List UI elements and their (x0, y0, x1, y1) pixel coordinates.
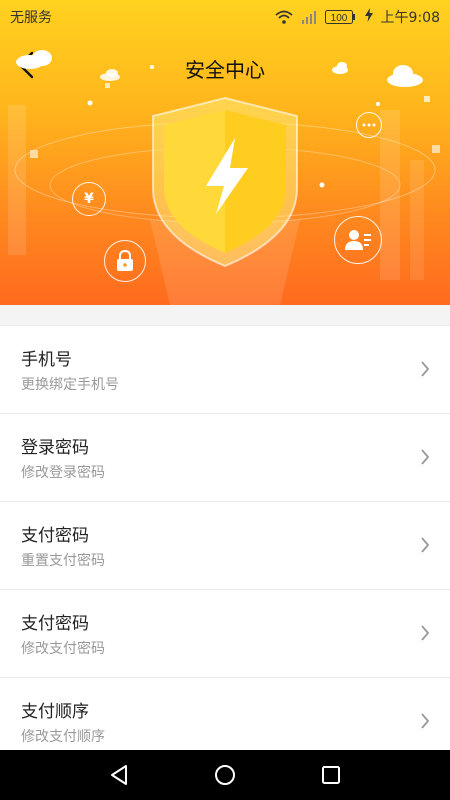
item-title: 手机号 (21, 350, 72, 370)
item-subtitle: 重置支付密码 (21, 553, 105, 569)
nav-home-button[interactable] (207, 757, 243, 793)
item-subtitle: 修改支付密码 (21, 641, 105, 657)
cloud-icon (100, 69, 120, 81)
security-hero: 无服务 100 上午9:08 安全中心 ¥ (0, 0, 450, 305)
list-item-reset-pay-password[interactable]: 支付密码 重置支付密码 (0, 502, 450, 590)
security-options-list: 手机号 更换绑定手机号 登录密码 修改登录密码 支付密码 重置支付密码 支付密码… (0, 325, 450, 766)
yen-badge-icon: ¥ (72, 182, 106, 216)
yen-symbol: ¥ (84, 191, 94, 207)
lock-badge-icon (104, 240, 146, 282)
cloud-icon (387, 65, 423, 87)
nav-back-button[interactable] (101, 757, 137, 793)
item-subtitle: 修改支付顺序 (21, 729, 105, 745)
cloud-icon (16, 50, 52, 69)
item-subtitle: 修改登录密码 (21, 465, 105, 481)
chevron-right-icon (421, 361, 430, 377)
item-title: 支付密码 (21, 526, 89, 546)
item-title: 登录密码 (21, 438, 89, 458)
triangle-back-icon (111, 765, 127, 785)
list-item-phone[interactable]: 手机号 更换绑定手机号 (0, 325, 450, 414)
user-icon (345, 230, 371, 250)
cloud-icon (332, 62, 348, 74)
nav-recents-button[interactable] (313, 757, 349, 793)
item-subtitle: 更换绑定手机号 (21, 377, 119, 393)
lock-icon (117, 250, 133, 271)
item-title: 支付顺序 (21, 702, 89, 722)
list-item-login-password[interactable]: 登录密码 修改登录密码 (0, 414, 450, 502)
shield-icon (150, 96, 300, 268)
chevron-right-icon (421, 449, 430, 465)
more-badge-icon (356, 112, 382, 138)
chevron-right-icon (421, 537, 430, 553)
square-recents-icon (322, 766, 340, 784)
chevron-right-icon (421, 713, 430, 729)
system-nav-bar (0, 750, 450, 800)
circle-home-icon (215, 765, 235, 785)
chevron-right-icon (421, 625, 430, 641)
list-item-change-pay-password[interactable]: 支付密码 修改支付密码 (0, 590, 450, 678)
user-badge-icon (334, 216, 382, 264)
item-title: 支付密码 (21, 614, 89, 634)
